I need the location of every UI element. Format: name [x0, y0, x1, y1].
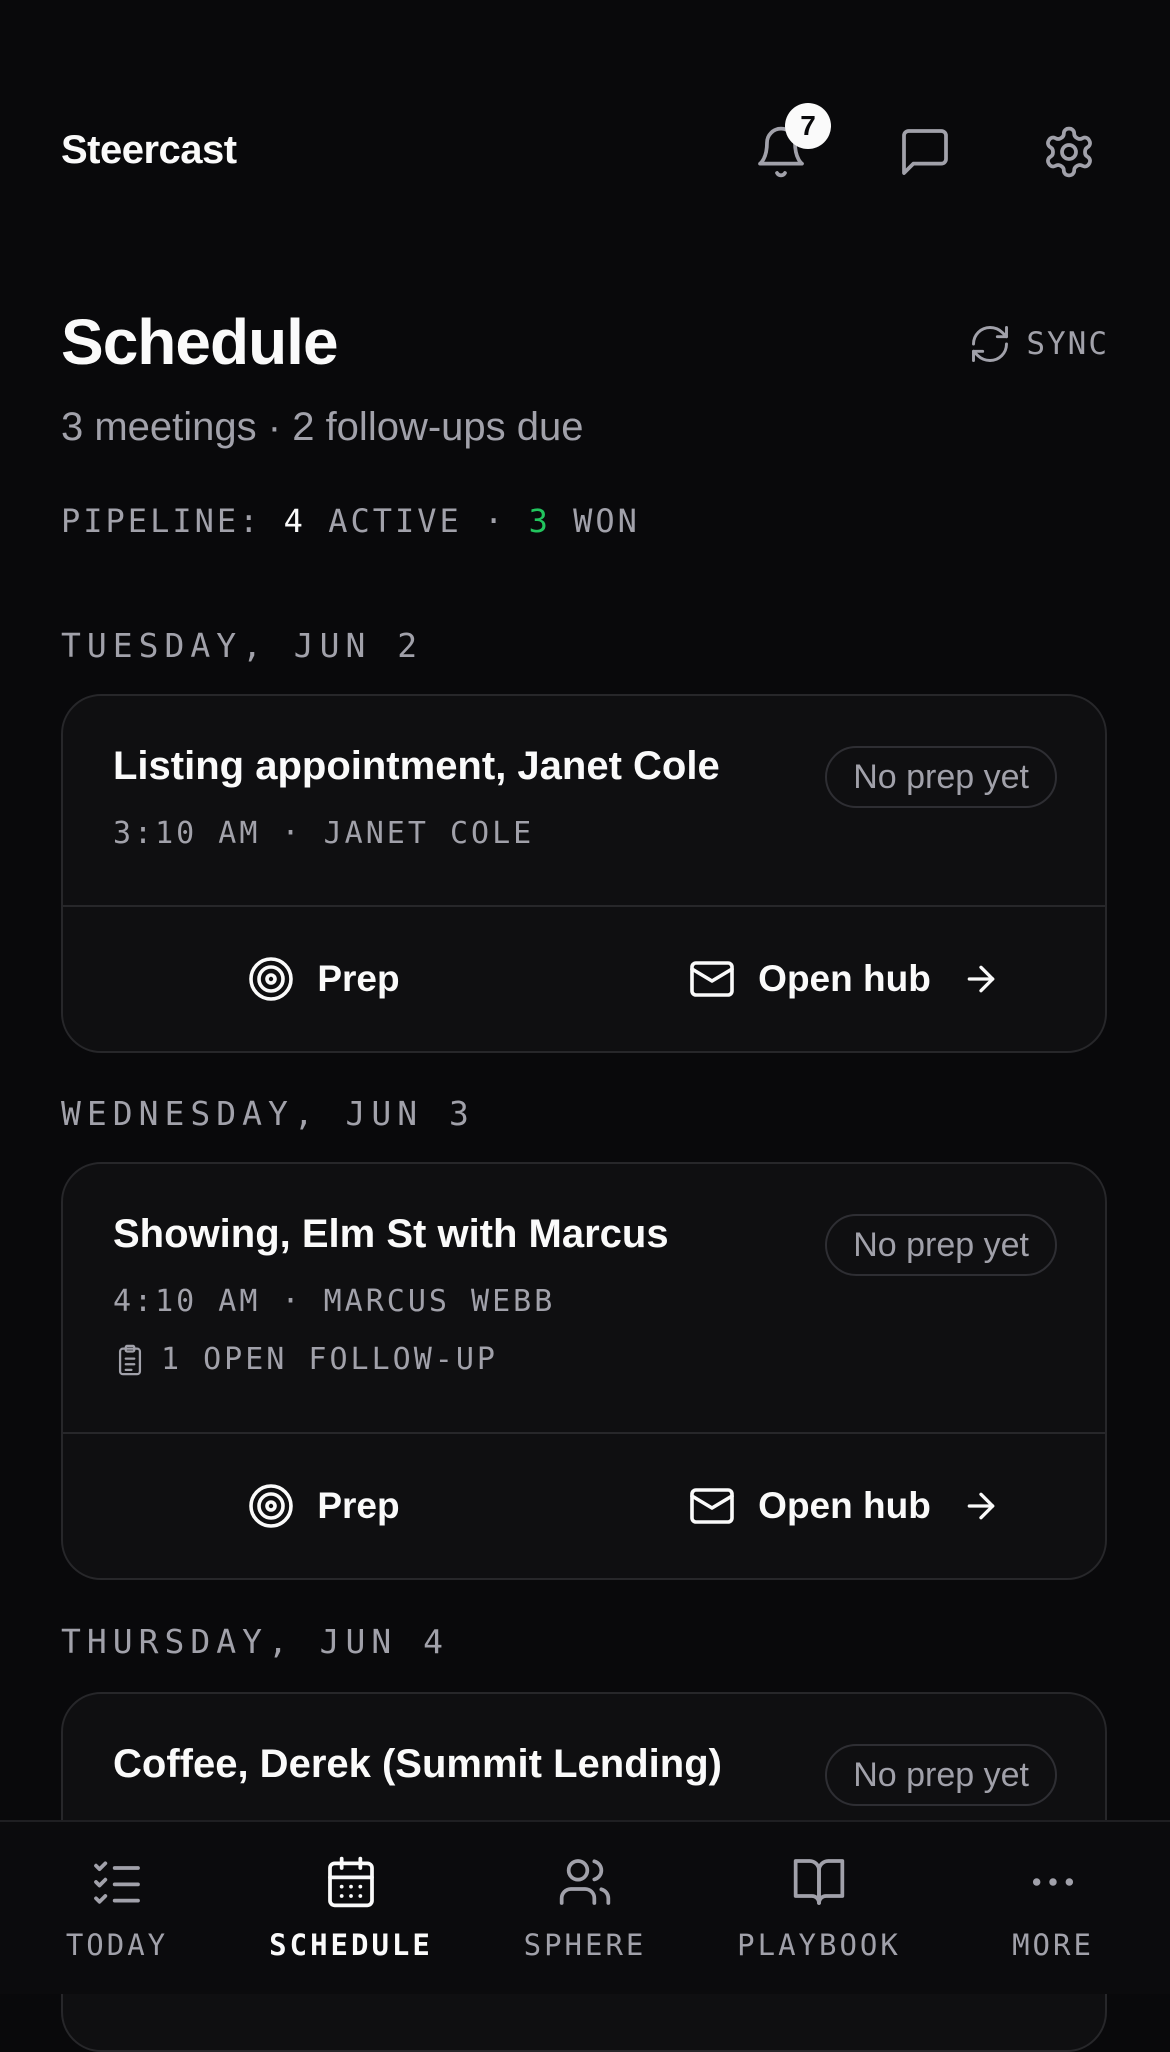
meeting-time-attendee: 3:10 AM · JANET COLE — [113, 816, 535, 851]
prep-button[interactable]: Prep — [63, 907, 584, 1051]
day-label-thursday: THURSDAY, JUN 4 — [61, 1622, 450, 1661]
nav-today-label: TODAY — [65, 1928, 169, 1962]
more-icon — [1032, 1878, 1074, 1886]
pipeline-active-count: 4 — [283, 502, 306, 540]
prep-status-badge: No prep yet — [825, 746, 1057, 808]
target-icon — [249, 1484, 294, 1528]
followup-label: 1 OPEN FOLLOW-UP — [161, 1342, 498, 1377]
refresh-icon — [972, 326, 1009, 362]
pipeline-active-label: ACTIVE — [328, 502, 462, 540]
arrow-right-icon — [967, 1492, 995, 1520]
schedule-summary: 3 meetings · 2 follow-ups due — [61, 405, 584, 449]
book-icon — [793, 1859, 845, 1905]
users-icon — [559, 1859, 611, 1905]
card-actions: Prep Open hub — [63, 1434, 1105, 1578]
gear-icon — [1046, 126, 1092, 178]
checklist-icon — [94, 1861, 140, 1904]
open-hub-label: Open hub — [758, 1485, 931, 1526]
messages-button[interactable] — [897, 124, 953, 180]
meeting-card[interactable]: Listing appointment, Janet Cole No prep … — [61, 694, 1107, 1053]
pipeline-won-label: WON — [573, 502, 640, 540]
calendar-icon — [328, 1856, 374, 1908]
card-actions: Prep Open hub — [63, 907, 1105, 1051]
pipeline-summary: PIPELINE: 4 ACTIVE · 3 WON — [61, 502, 640, 540]
pipeline-won-count: 3 — [528, 502, 551, 540]
nav-more[interactable]: MORE — [936, 1822, 1170, 1994]
prep-button-label: Prep — [317, 958, 400, 999]
message-square-icon — [902, 129, 948, 175]
nav-playbook[interactable]: PLAYBOOK — [702, 1822, 936, 1994]
day-label-wednesday: WEDNESDAY, JUN 3 — [61, 1094, 475, 1133]
bottom-navigation: TODAY SCHEDULE SPHERE PLAYBOOK MORE — [0, 1820, 1170, 1994]
sync-label: SYNC — [1026, 326, 1109, 362]
nav-playbook-label: PLAYBOOK — [737, 1928, 901, 1962]
clipboard-list-icon — [118, 1344, 142, 1375]
meeting-card[interactable]: Showing, Elm St with Marcus No prep yet … — [61, 1162, 1107, 1580]
target-icon — [249, 957, 294, 1001]
pipeline-prefix: PIPELINE: — [61, 502, 262, 540]
day-label-tuesday: TUESDAY, JUN 2 — [61, 626, 424, 665]
meeting-title: Coffee, Derek (Summit Lending) — [113, 1742, 722, 1786]
app-brand: Steercast — [61, 128, 237, 172]
arrow-right-icon — [967, 965, 995, 993]
prep-button[interactable]: Prep — [63, 1434, 584, 1578]
prep-status-badge: No prep yet — [825, 1744, 1057, 1806]
meeting-title: Listing appointment, Janet Cole — [113, 744, 720, 788]
prep-status-badge: No prep yet — [825, 1214, 1057, 1276]
prep-button-label: Prep — [317, 1485, 400, 1526]
open-hub-button[interactable]: Open hub — [584, 1434, 1105, 1578]
nav-more-label: MORE — [1012, 1928, 1094, 1962]
sync-button[interactable]: SYNC — [968, 322, 1109, 366]
nav-schedule[interactable]: SCHEDULE — [234, 1822, 468, 1994]
notification-count-badge: 7 — [785, 103, 831, 149]
nav-sphere[interactable]: SPHERE — [468, 1822, 702, 1994]
open-hub-button[interactable]: Open hub — [584, 907, 1105, 1051]
pipeline-separator: · — [484, 502, 507, 540]
settings-button[interactable] — [1041, 124, 1097, 180]
mail-icon — [690, 961, 734, 997]
meeting-title: Showing, Elm St with Marcus — [113, 1212, 669, 1256]
open-hub-label: Open hub — [758, 958, 931, 999]
nav-schedule-label: SCHEDULE — [269, 1928, 433, 1962]
nav-today[interactable]: TODAY — [0, 1822, 234, 1994]
nav-sphere-label: SPHERE — [523, 1928, 647, 1962]
meeting-time-attendee: 4:10 AM · MARCUS WEBB — [113, 1284, 556, 1319]
mail-icon — [690, 1488, 734, 1524]
page-title: Schedule — [61, 306, 339, 378]
open-followup-indicator: 1 OPEN FOLLOW-UP — [113, 1342, 498, 1377]
top-bar: Steercast 7 — [61, 103, 1109, 190]
